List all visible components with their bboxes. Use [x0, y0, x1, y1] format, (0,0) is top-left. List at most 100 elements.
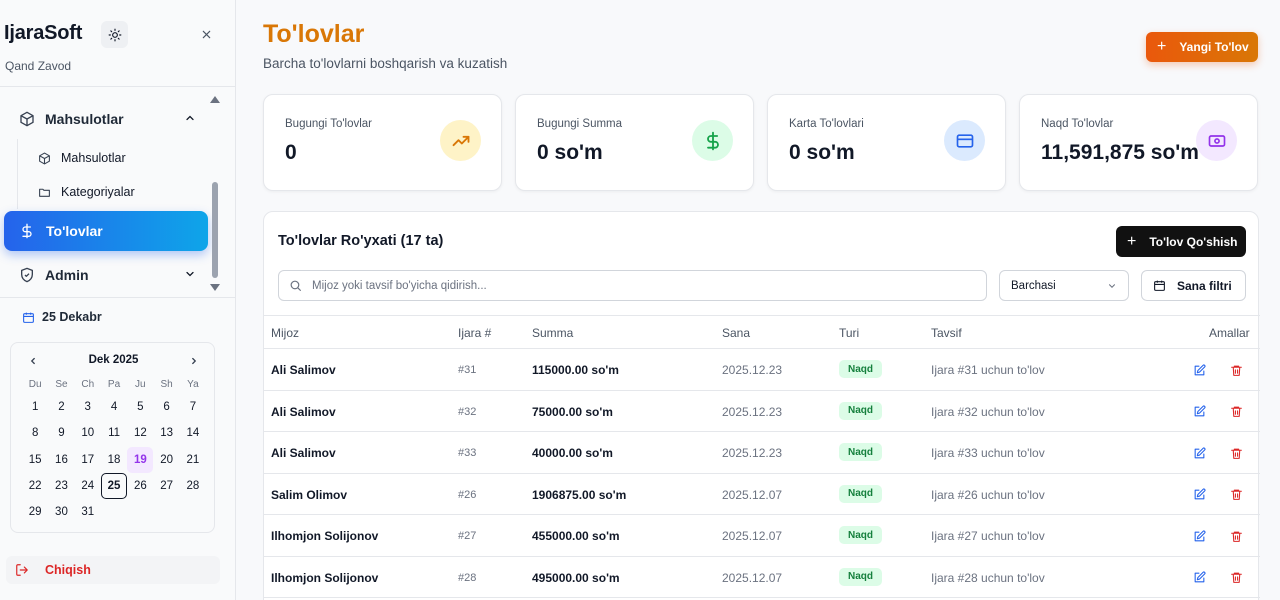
- edit-icon[interactable]: [1191, 487, 1207, 503]
- new-payment-button[interactable]: + Yangi To'lov: [1146, 32, 1258, 62]
- calendar-day[interactable]: 9: [48, 420, 74, 446]
- cell-ijara: #33: [458, 447, 477, 459]
- stat-value: 0 so'm: [537, 141, 603, 164]
- add-payment-button[interactable]: + To'lov Qo'shish: [1116, 226, 1246, 257]
- edit-icon[interactable]: [1191, 362, 1207, 378]
- scrollbar-thumb[interactable]: [212, 182, 218, 278]
- calendar-day[interactable]: 16: [48, 447, 74, 473]
- sidebar-item-payments[interactable]: To'lovlar: [4, 211, 208, 251]
- calendar-day[interactable]: 26: [127, 473, 153, 499]
- close-sidebar-button[interactable]: [196, 24, 216, 44]
- submenu-line: [17, 139, 18, 209]
- type-badge: Naqd: [839, 443, 882, 461]
- cell-date: 2025.12.23: [722, 404, 783, 419]
- delete-icon[interactable]: [1228, 404, 1244, 420]
- search-input[interactable]: [312, 279, 972, 292]
- calendar-weekday: Ch: [81, 378, 95, 390]
- cash-icon: [1196, 120, 1237, 161]
- logout-button[interactable]: Chiqish: [6, 556, 220, 584]
- calendar-weekday: Ya: [187, 378, 199, 390]
- calendar-day[interactable]: 4: [101, 394, 127, 420]
- stat-label: Bugungi Summa: [537, 118, 623, 130]
- sidebar-item-categories[interactable]: Kategoriyalar: [36, 180, 135, 204]
- calendar-day[interactable]: 10: [75, 420, 101, 446]
- calendar-day[interactable]: 15: [22, 447, 48, 473]
- calendar-day[interactable]: 13: [153, 420, 179, 446]
- scroll-down-arrow-icon[interactable]: [210, 284, 220, 291]
- column-header-sum[interactable]: Summa: [532, 326, 573, 340]
- column-header-type[interactable]: Turi: [839, 326, 859, 340]
- calendar-day[interactable]: 22: [22, 473, 48, 499]
- sidebar-item-label: To'lovlar: [46, 223, 103, 239]
- column-header-date[interactable]: Sana: [722, 326, 750, 340]
- calendar-day[interactable]: 24: [75, 473, 101, 499]
- table-row: Salim Olimov #26 1906875.00 so'm 2025.12.07…: [264, 474, 1260, 515]
- delete-icon[interactable]: [1228, 445, 1244, 461]
- nav-group-products[interactable]: Mahsulotlar: [0, 101, 210, 137]
- calendar-day[interactable]: 30: [48, 499, 74, 525]
- delete-icon[interactable]: [1228, 528, 1244, 544]
- calendar-weekday: Sh: [160, 378, 173, 390]
- calendar-day[interactable]: 31: [75, 499, 101, 525]
- column-header-description[interactable]: Tavsif: [931, 326, 962, 340]
- calendar-day[interactable]: 18: [101, 447, 127, 473]
- column-header-client[interactable]: Mijoz: [271, 326, 299, 340]
- calendar-day[interactable]: 2: [48, 394, 74, 420]
- stat-value: 0 so'm: [789, 141, 855, 164]
- cell-client: Salim Olimov: [271, 487, 348, 502]
- list-title: To'lovlar Ro'yxati (17 ta): [278, 233, 444, 249]
- calendar-day[interactable]: 20: [153, 447, 179, 473]
- nav-group-admin[interactable]: Admin: [0, 257, 210, 293]
- cell-description: Ijara #26 uchun to'lov: [931, 487, 1045, 502]
- calendar-day[interactable]: 28: [180, 473, 206, 499]
- calendar-day[interactable]: 7: [180, 394, 206, 420]
- delete-icon[interactable]: [1228, 362, 1244, 378]
- calendar-weekday: Du: [28, 378, 42, 390]
- edit-icon[interactable]: [1191, 570, 1207, 586]
- cell-client: Ilhomjon Solijonov: [271, 570, 379, 585]
- plus-icon: +: [1127, 232, 1137, 250]
- type-badge: Naqd: [839, 484, 882, 503]
- calendar-day[interactable]: 8: [22, 420, 48, 446]
- calendar-day[interactable]: 14: [180, 420, 206, 446]
- calendar-day[interactable]: 21: [180, 447, 206, 473]
- calendar-day-today[interactable]: 25: [100, 472, 128, 500]
- calendar-next-button[interactable]: [186, 353, 202, 369]
- theme-toggle-button[interactable]: [101, 21, 128, 48]
- cell-sum: 115000.00 so'm: [532, 363, 619, 377]
- date-filter-button[interactable]: Sana filtri: [1141, 270, 1246, 301]
- calendar-day[interactable]: 5: [127, 394, 153, 420]
- edit-icon[interactable]: [1191, 445, 1207, 461]
- calendar-day[interactable]: 6: [153, 394, 179, 420]
- box-icon: [18, 110, 36, 128]
- scroll-up-arrow-icon[interactable]: [210, 96, 220, 103]
- type-badge: Naqd: [839, 401, 882, 420]
- edit-icon[interactable]: [1191, 528, 1207, 544]
- sidebar-item-products[interactable]: Mahsulotlar: [36, 146, 126, 170]
- calendar-day[interactable]: 12: [127, 420, 153, 446]
- stat-card-cash-payments: Naqd To'lovlar 11,591,875 so'm: [1019, 94, 1258, 191]
- sidebar-scrollbar[interactable]: [208, 94, 222, 294]
- edit-icon[interactable]: [1191, 404, 1207, 420]
- column-header-ijara[interactable]: Ijara #: [458, 326, 491, 340]
- table-row: Ali Salimov #32 75000.00 so'm 2025.12.23 Naq…: [264, 391, 1260, 432]
- folder-icon: [36, 184, 52, 200]
- calendar-day[interactable]: 3: [75, 394, 101, 420]
- cell-sum: 75000.00 so'm: [532, 404, 613, 419]
- calendar-day[interactable]: 19: [127, 446, 154, 473]
- delete-icon[interactable]: [1228, 570, 1244, 586]
- date-filter-label: Sana filtri: [1177, 278, 1232, 293]
- calendar-day[interactable]: 27: [153, 473, 179, 499]
- calendar-day[interactable]: 29: [22, 499, 48, 525]
- column-header-actions: Amallar: [1209, 326, 1250, 340]
- calendar-day[interactable]: 17: [75, 447, 101, 473]
- chevron-down-icon: [186, 271, 194, 277]
- stat-label: Karta To'lovlari: [789, 118, 864, 130]
- calendar-weekday: Pa: [107, 378, 121, 390]
- type-filter-select[interactable]: Barchasi: [999, 270, 1129, 301]
- delete-icon[interactable]: [1228, 487, 1244, 503]
- calendar-day[interactable]: 11: [101, 420, 127, 446]
- calendar-day[interactable]: 1: [22, 394, 48, 420]
- search-box[interactable]: [278, 270, 987, 301]
- calendar-day[interactable]: 23: [48, 473, 74, 499]
